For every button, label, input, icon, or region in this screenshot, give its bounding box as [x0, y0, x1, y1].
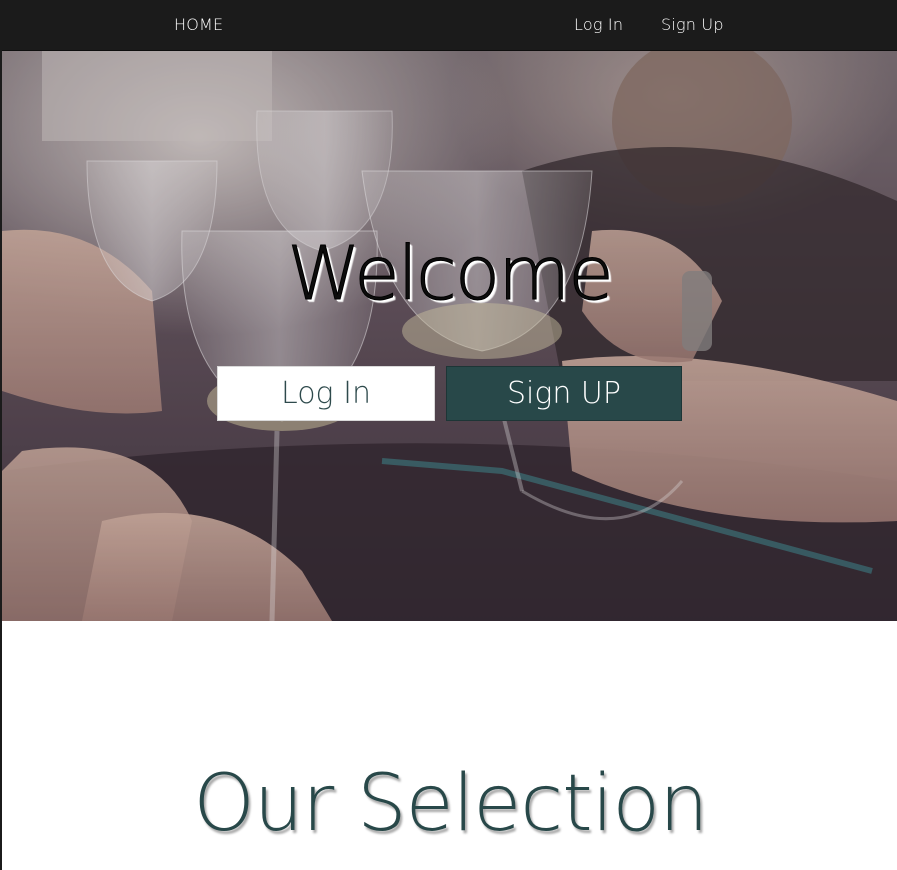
our-selection-heading: Our Selection [193, 759, 708, 849]
top-navbar: HOME Log In Sign Up [2, 0, 897, 51]
page: HOME Log In Sign Up Welcome Log In Sign … [0, 0, 897, 870]
hero-section: Welcome Log In Sign UP [2, 51, 897, 621]
hero-login-button[interactable]: Log In [217, 366, 435, 421]
welcome-heading: Welcome [287, 231, 615, 317]
nav-home-link[interactable]: HOME [174, 15, 223, 34]
nav-signup-link[interactable]: Sign Up [661, 15, 724, 34]
hero-tint-overlay [2, 51, 897, 621]
hero-signup-button[interactable]: Sign UP [446, 366, 682, 421]
nav-login-link[interactable]: Log In [574, 15, 623, 34]
